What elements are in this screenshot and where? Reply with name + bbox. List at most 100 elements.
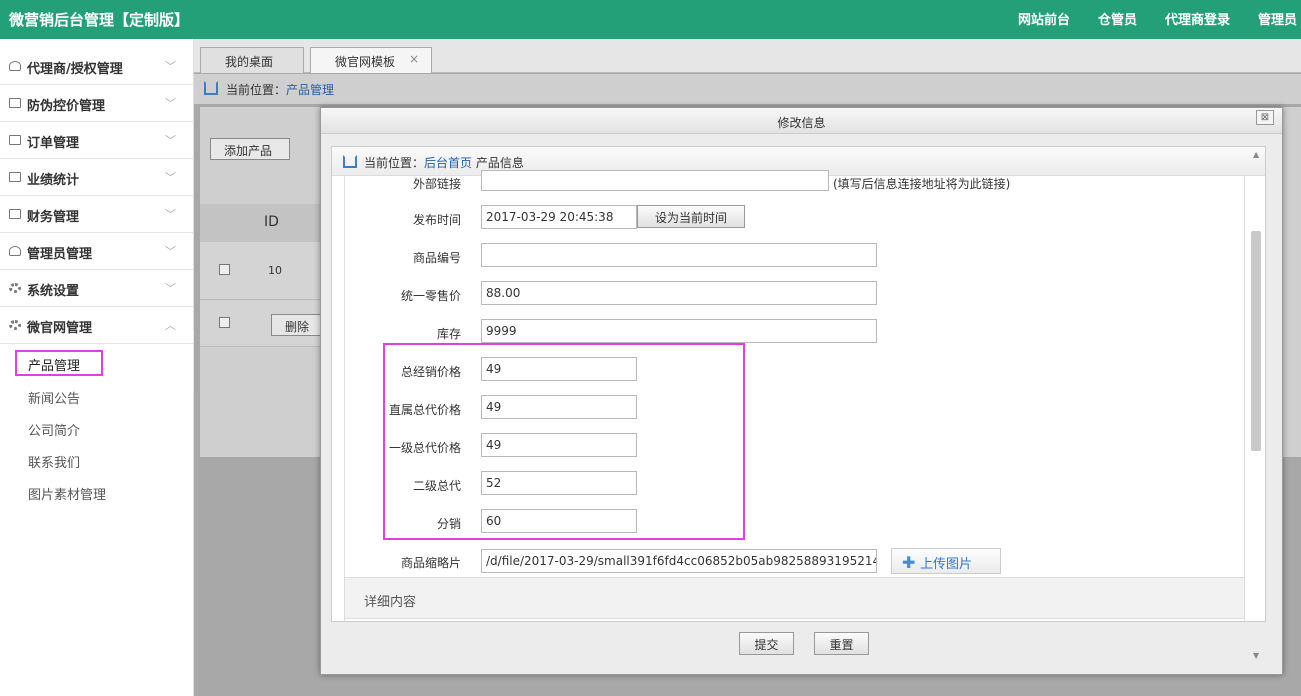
chevron-down-icon: ﹀	[165, 60, 176, 73]
sidebar-item-orders[interactable]: 订单管理 ﹀	[0, 122, 194, 159]
gear-icon	[9, 320, 21, 330]
sidebar-item-stats[interactable]: 业绩统计 ﹀	[0, 159, 194, 196]
chevron-down-icon: ﹀	[165, 245, 176, 258]
dialog-scrollbar[interactable]: ▲ ▼	[1249, 146, 1265, 666]
reset-button[interactable]: 重置	[814, 632, 869, 655]
upload-image-label: 上传图片	[920, 557, 973, 572]
nav-agent-login[interactable]: 代理商登录	[1165, 9, 1230, 28]
sidebar-item-agent[interactable]: 代理商/授权管理 ﹀	[0, 48, 194, 85]
sidebar-item-label: 系统设置	[27, 284, 80, 299]
chevron-down-icon: ﹀	[165, 282, 176, 295]
user-icon	[9, 61, 21, 71]
sidebar-item-settings[interactable]: 系统设置 ﹀	[0, 270, 194, 307]
table-header: ID	[200, 204, 330, 242]
level2-agent-input[interactable]: 52	[481, 471, 637, 495]
tab-desktop[interactable]: 我的桌面	[200, 47, 304, 73]
thumbnail-label: 商品缩略片	[400, 556, 461, 570]
sidebar-item-finance[interactable]: 财务管理 ﹀	[0, 196, 194, 233]
person-icon	[9, 246, 21, 256]
breadcrumb-prefix: 当前位置：	[364, 156, 425, 170]
submenu-contact[interactable]: 联系我们	[28, 452, 80, 471]
retail-distributor-input[interactable]: 60	[481, 509, 637, 533]
nav-warehouse[interactable]: 仓管员	[1098, 9, 1137, 28]
dialog-title: 修改信息	[321, 108, 1282, 134]
close-icon[interactable]: ×	[409, 52, 419, 66]
brand-title: 微营销后台管理【定制版】	[9, 11, 190, 29]
level1-agent-price-label: 一级总代价格	[388, 441, 461, 455]
submenu-about[interactable]: 公司简介	[28, 420, 80, 439]
breadcrumb-home-link[interactable]: 后台首页	[424, 156, 472, 170]
sidebar-item-anti-fake[interactable]: 防伪控价管理 ﹀	[0, 85, 194, 122]
edit-dialog: 修改信息 ⊠ 当前位置：后台首页 产品信息 外部链接 (填写后信息连接地址将为此…	[320, 107, 1283, 675]
stock-input[interactable]: 9999	[481, 319, 877, 343]
product-no-label: 商品编号	[412, 251, 461, 265]
breadcrumb-current[interactable]: 产品管理	[286, 83, 334, 97]
nav-admin[interactable]: 管理员	[1258, 9, 1297, 28]
row-checkbox[interactable]	[219, 264, 230, 275]
retail-distributor-label: 分销	[436, 517, 461, 531]
sidebar-item-label: 代理商/授权管理	[27, 62, 123, 77]
tab-microsite-template[interactable]: 微官网模板 ×	[310, 47, 432, 73]
publish-time-label: 发布时间	[412, 213, 461, 227]
submit-button[interactable]: 提交	[739, 632, 794, 655]
tab-label: 微官网模板	[335, 55, 396, 69]
tab-label: 我的桌面	[225, 55, 274, 69]
sidebar-item-label: 业绩统计	[27, 173, 80, 188]
scroll-up-icon[interactable]: ▲	[1253, 150, 1259, 159]
product-no-input[interactable]	[481, 243, 877, 267]
breadcrumb-current: 产品信息	[475, 156, 524, 170]
close-icon[interactable]: ⊠	[1256, 110, 1274, 125]
sidebar-item-label: 订单管理	[27, 136, 80, 151]
external-link-input[interactable]	[481, 170, 829, 191]
chevron-down-icon: ﹀	[165, 171, 176, 184]
top-bar: 微营销后台管理【定制版】 网站前台 仓管员 代理商登录 管理员	[0, 0, 1301, 39]
retail-price-label: 统一零售价	[400, 289, 461, 303]
set-current-time-button[interactable]: 设为当前时间	[637, 205, 745, 228]
submenu-news[interactable]: 新闻公告	[28, 388, 80, 407]
submenu-images[interactable]: 图片素材管理	[28, 484, 106, 503]
add-product-button[interactable]: 添加产品	[210, 138, 290, 160]
breadcrumb: 当前位置：产品管理	[194, 74, 1301, 104]
chevron-down-icon: ﹀	[165, 97, 176, 110]
external-link-label: 外部链接	[412, 177, 461, 191]
external-link-hint: (填写后信息连接地址将为此链接)	[833, 177, 1011, 191]
table-row: 10	[200, 242, 330, 300]
direct-agent-price-input[interactable]: 49	[481, 395, 637, 419]
id-column-header: ID	[264, 214, 279, 230]
general-distributor-price-label: 总经销价格	[400, 365, 461, 379]
publish-time-input[interactable]: 2017-03-29 20:45:38	[481, 205, 637, 229]
retail-price-input[interactable]: 88.00	[481, 281, 877, 305]
submenu-products[interactable]: 产品管理	[15, 350, 103, 376]
dialog-footer: 提交 重置	[321, 626, 1282, 666]
card-icon	[9, 98, 21, 108]
direct-agent-price-label: 直属总代价格	[388, 403, 461, 417]
sidebar-item-label: 防伪控价管理	[27, 99, 106, 114]
sidebar-item-microsite[interactable]: 微官网管理 ︿	[0, 307, 194, 344]
card-icon	[9, 135, 21, 145]
tab-bar: 我的桌面 微官网模板 ×	[194, 39, 1301, 73]
stock-label: 库存	[436, 327, 461, 341]
nav-site-front[interactable]: 网站前台	[1018, 9, 1070, 28]
row-id: 10	[268, 264, 282, 277]
detail-content-section: 详细内容	[345, 577, 1244, 619]
home-icon	[343, 155, 357, 168]
plus-icon: ✚	[902, 553, 916, 572]
detail-content-label: 详细内容	[364, 595, 417, 610]
chevron-up-icon: ︿	[165, 319, 176, 332]
sidebar-item-label: 财务管理	[27, 210, 80, 225]
upload-image-button[interactable]: ✚ 上传图片	[891, 548, 1001, 574]
select-all-checkbox[interactable]	[219, 317, 230, 328]
card-icon	[9, 172, 21, 182]
product-form: 外部链接 (填写后信息连接地址将为此链接) 发布时间 2017-03-29 20…	[344, 170, 1245, 621]
card-icon	[9, 209, 21, 219]
chevron-down-icon: ﹀	[165, 134, 176, 147]
thumbnail-path-input[interactable]: /d/file/2017-03-29/small391f6fd4cc06852b…	[481, 549, 877, 573]
level1-agent-price-input[interactable]: 49	[481, 433, 637, 457]
level2-agent-label: 二级总代	[412, 479, 461, 493]
delete-button[interactable]: 删除	[271, 314, 321, 336]
general-distributor-price-input[interactable]: 49	[481, 357, 637, 381]
gear-icon	[9, 283, 21, 293]
scroll-thumb[interactable]	[1251, 231, 1261, 451]
breadcrumb-prefix: 当前位置：	[226, 83, 287, 97]
sidebar-item-admins[interactable]: 管理员管理 ﹀	[0, 233, 194, 270]
